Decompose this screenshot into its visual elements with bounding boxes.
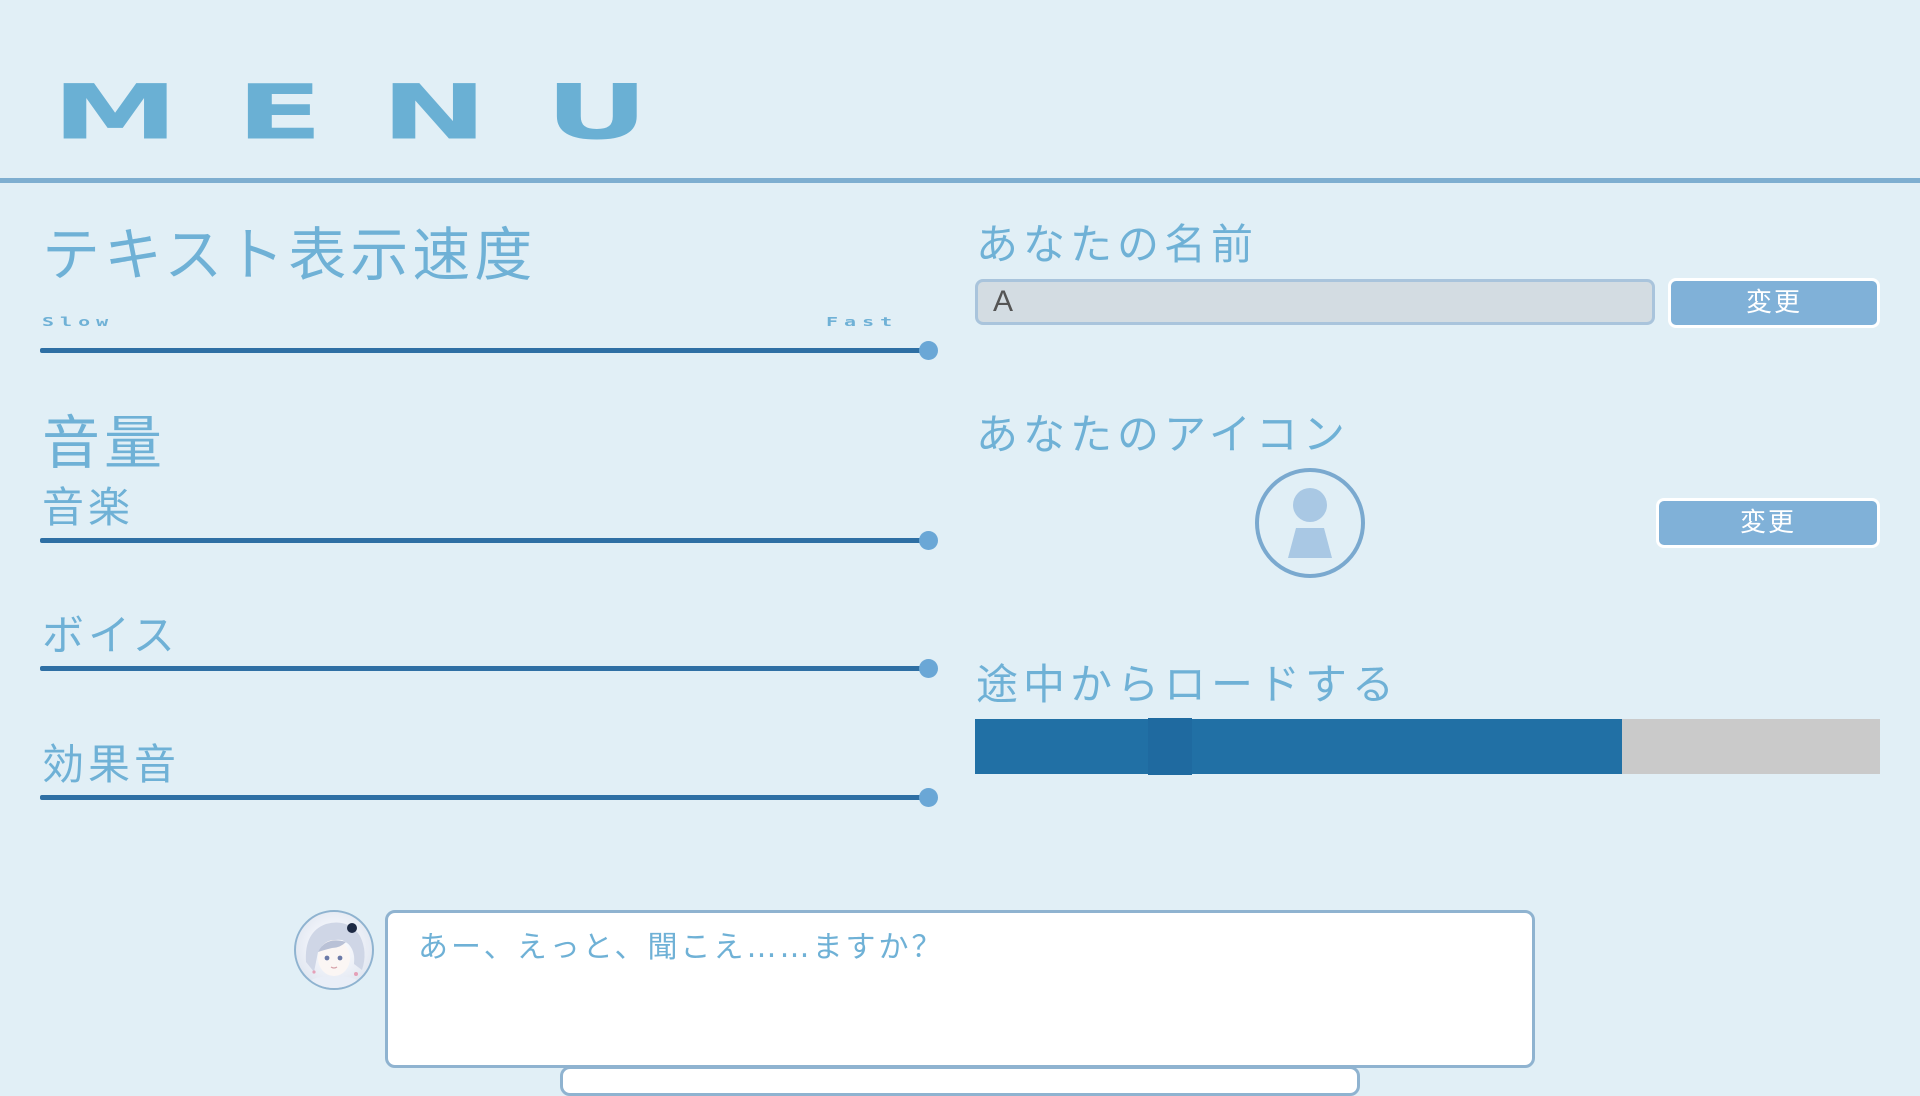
voice-volume-slider[interactable]	[40, 659, 938, 679]
fast-label: Fast	[826, 314, 899, 330]
dialogue-box[interactable]: あー、えっと、聞こえ……ますか？	[385, 910, 1535, 1068]
load-progress-handle[interactable]	[1147, 718, 1192, 775]
text-speed-slider-knob[interactable]	[919, 341, 938, 360]
icon-change-button[interactable]: 変更	[1656, 498, 1880, 548]
text-speed-slider-track[interactable]	[40, 348, 928, 353]
music-volume-slider[interactable]	[40, 531, 938, 551]
dialogue-box-tab	[560, 1066, 1360, 1096]
slow-label: Slow	[42, 314, 115, 330]
sfx-volume-slider-track[interactable]	[40, 795, 928, 800]
voice-volume-slider-knob[interactable]	[919, 659, 938, 678]
music-label: 音楽	[42, 483, 135, 532]
dialogue-text: あー、えっと、聞こえ……ますか？	[418, 930, 945, 965]
user-silhouette-icon	[1288, 488, 1332, 558]
text-speed-heading: テキスト表示速度	[42, 221, 537, 289]
text-speed-slider[interactable]	[40, 341, 938, 361]
sfx-label: 効果音	[42, 740, 181, 789]
name-heading: あなたの名前	[976, 220, 1259, 269]
user-avatar[interactable]	[1255, 468, 1365, 578]
voice-volume-slider-track[interactable]	[40, 666, 928, 671]
header-divider	[0, 178, 1920, 183]
load-progress-bar[interactable]	[975, 718, 1880, 775]
icon-heading: あなたのアイコン	[976, 410, 1350, 459]
speaker-avatar	[294, 910, 374, 990]
volume-heading: 音量	[42, 409, 167, 477]
sfx-volume-slider-knob[interactable]	[919, 788, 938, 807]
character-portrait-icon	[305, 922, 365, 988]
sfx-volume-slider[interactable]	[40, 788, 938, 808]
music-volume-slider-knob[interactable]	[919, 531, 938, 550]
menu-title: MENU	[52, 68, 707, 157]
name-change-button[interactable]: 変更	[1668, 278, 1880, 328]
load-heading: 途中からロードする	[976, 660, 1400, 709]
music-volume-slider-track[interactable]	[40, 538, 928, 543]
load-progress-fill	[975, 719, 1623, 774]
name-input[interactable]	[975, 279, 1655, 325]
voice-label: ボイス	[42, 611, 179, 660]
